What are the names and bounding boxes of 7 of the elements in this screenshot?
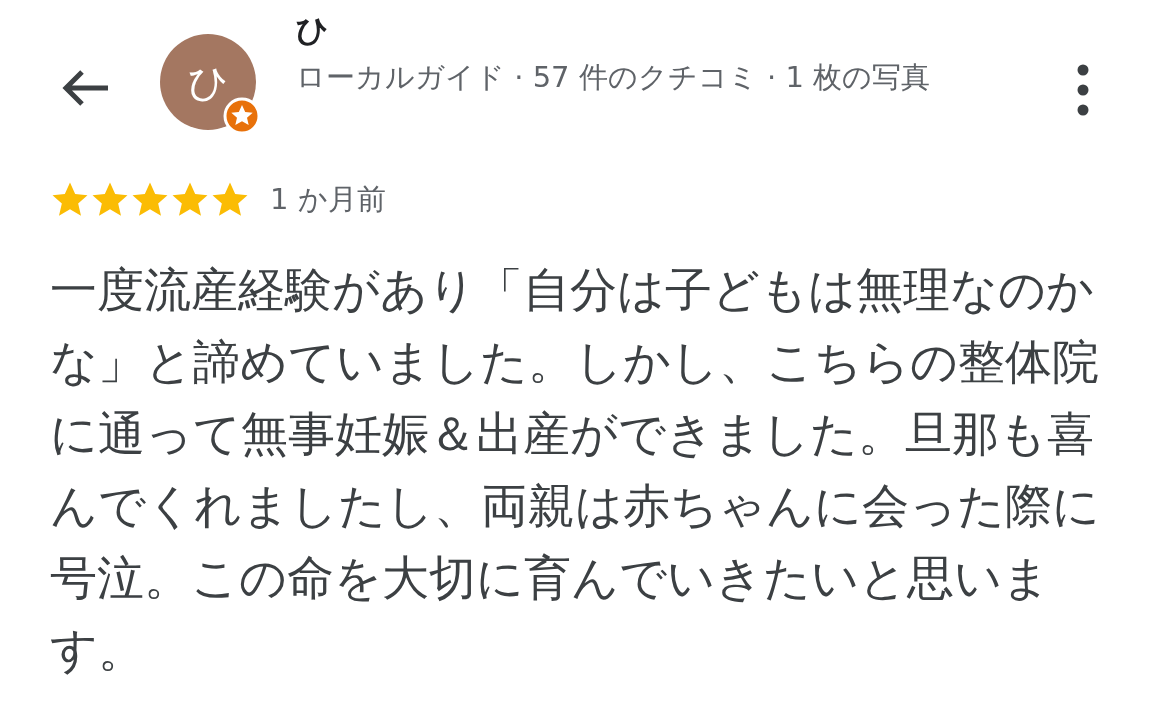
reviewer-stats: ローカルガイド · 57 件のクチコミ · 1 枚の写真 (296, 59, 932, 96)
more-options-icon[interactable] (1076, 64, 1090, 116)
reviewer-name: ひ (296, 10, 330, 51)
back-arrow-icon[interactable] (60, 68, 110, 108)
review-date: 1 か月前 (270, 181, 386, 218)
review-text: 一度流産経験があり「自分は子どもは無理なのかな」と諦めていました。しかし、こちらの整体院に通って無事妊娠＆出産ができました。旦那も喜んでくれましたし、両親は赤ちゃんに会った際に号泣。この命を大切に育んでいきたいと思います。 (50, 261, 1101, 679)
avatar: ひ (160, 34, 256, 130)
